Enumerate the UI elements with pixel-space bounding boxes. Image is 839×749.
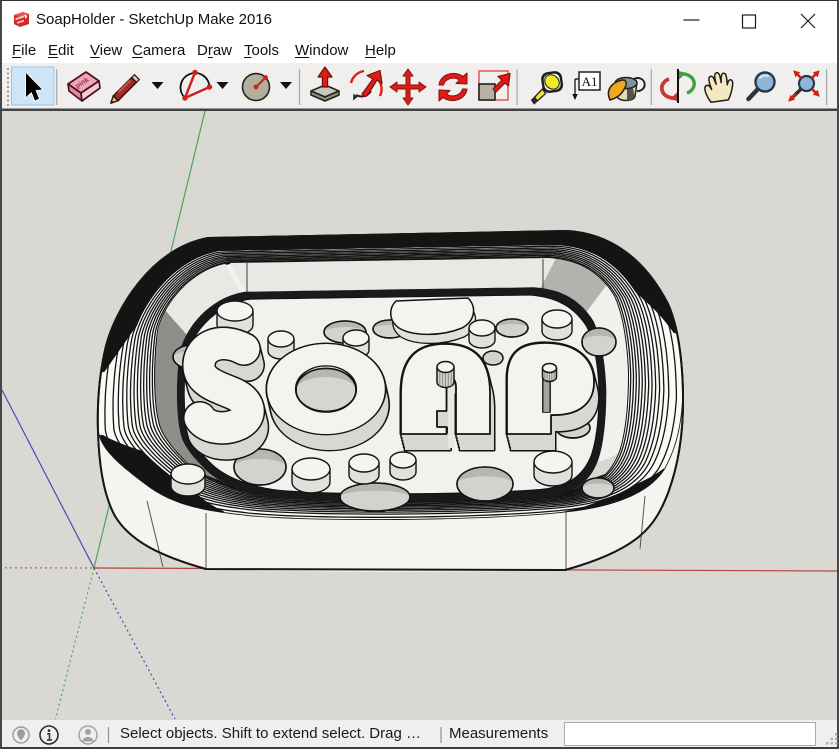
svg-text:A1: A1 [582,74,598,89]
